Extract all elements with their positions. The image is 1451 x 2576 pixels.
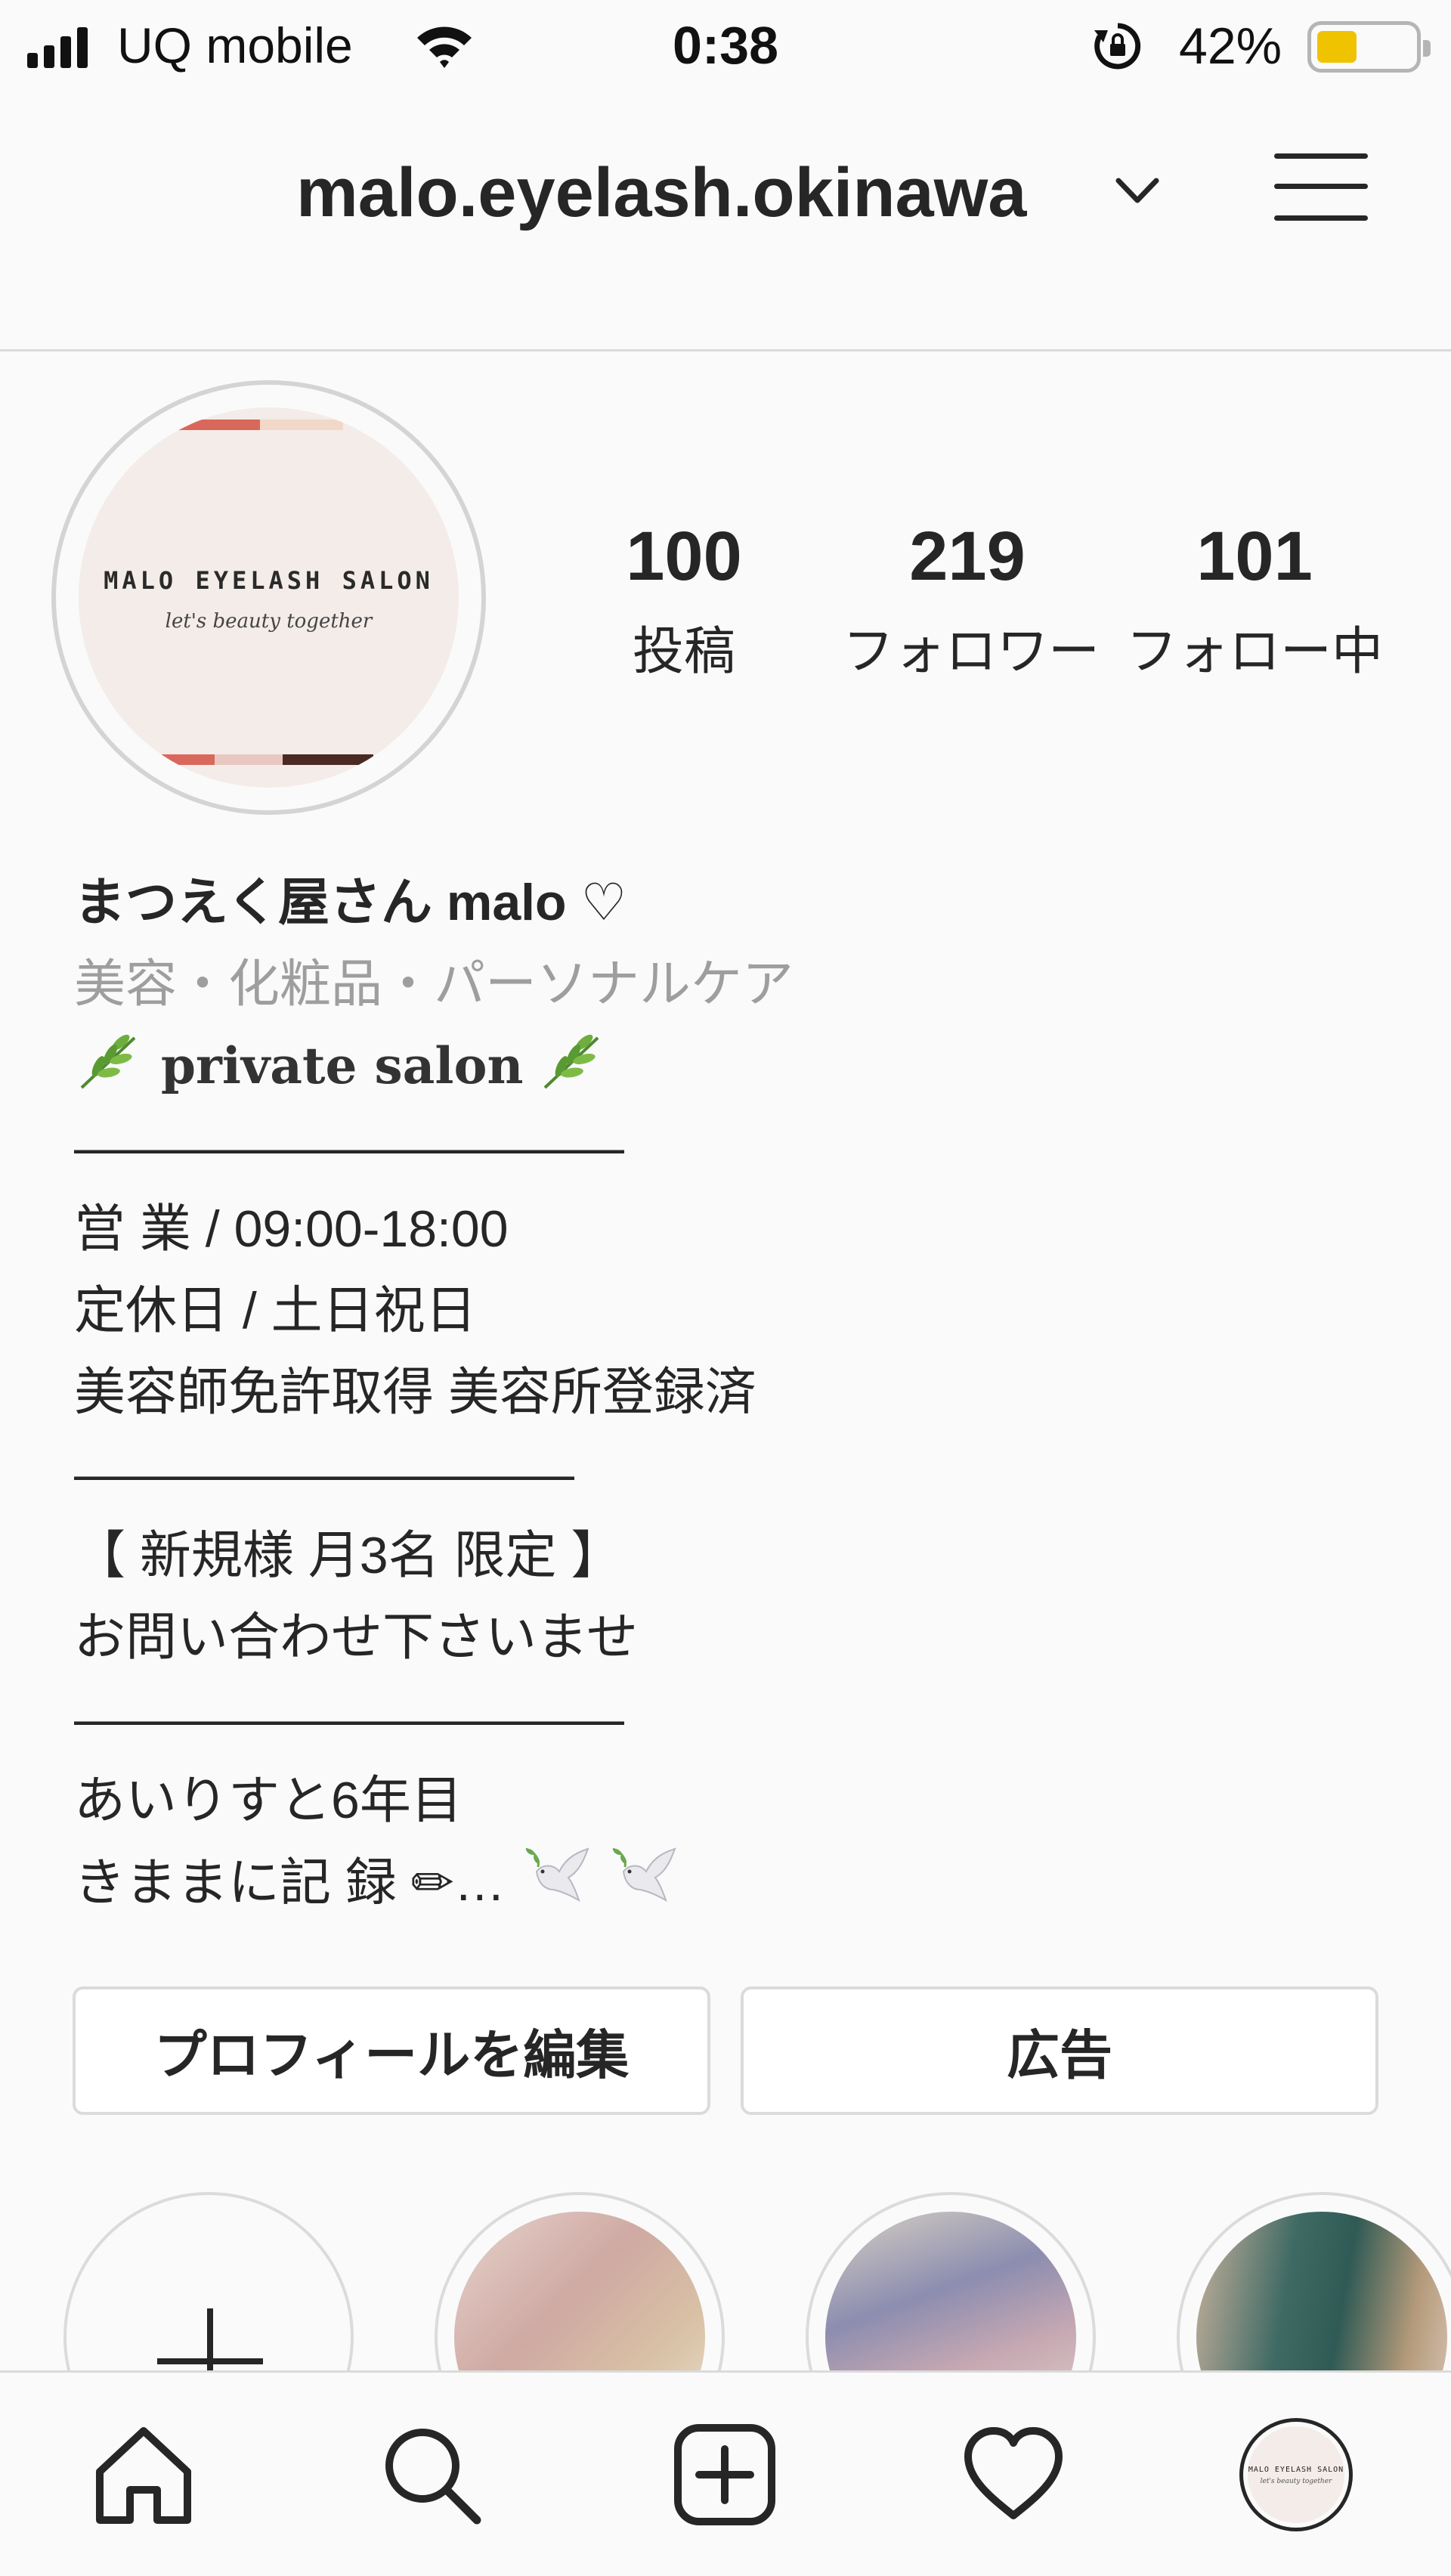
followers-count[interactable]: 219 フォロワー [843, 518, 1100, 684]
battery-percentage: 42% [1179, 17, 1282, 75]
battery-icon [1307, 21, 1431, 73]
tab-search[interactable] [375, 2418, 488, 2531]
search-icon [385, 2429, 481, 2525]
profile-avatar-icon: MALO EYELASH SALON let's beauty together [1239, 2418, 1353, 2531]
home-icon [96, 2427, 191, 2524]
tab-avatar-logo-tagline: let's beauty together [1260, 2478, 1332, 2485]
logo-tagline: let's beauty together [165, 610, 373, 633]
posts-number: 100 [626, 518, 742, 595]
bio-divider: ——————————— [74, 1119, 624, 1176]
herb-leaf-icon [80, 1034, 136, 1089]
posts-label: 投稿 [632, 623, 735, 680]
profile-header: malo.eyelash.okinawa [0, 94, 1451, 351]
heart-icon [964, 2427, 1063, 2519]
following-count[interactable]: 101 フォロー中 [1126, 522, 1383, 684]
salon-logo-image: MALO EYELASH SALON let's beauty together [79, 407, 459, 788]
bio-license: 美容師免許取得 美容所登録済 [74, 1364, 756, 1421]
tab-profile[interactable]: MALO EYELASH SALON let's beauty together [1239, 2418, 1353, 2531]
bio-divider: —————————— [74, 1445, 574, 1503]
status-bar: UQ mobile 0:38 42% [0, 0, 1451, 94]
bio-journal-line: きままに記 録 ✏… [74, 1841, 1404, 1923]
dove-icon [525, 1847, 589, 1903]
battery-level [1317, 31, 1357, 63]
tab-avatar-logo-title: MALO EYELASH SALON [1248, 2466, 1344, 2474]
dove-icon [612, 1847, 676, 1903]
profile-avatar[interactable]: MALO EYELASH SALON let's beauty together [51, 380, 486, 815]
followers-label: フォロワー [843, 623, 1100, 680]
bio-divider: ——————————— [74, 1690, 624, 1748]
logo-title: MALO EYELASH SALON [104, 566, 434, 595]
tab-new-post[interactable] [668, 2418, 781, 2531]
tab-activity[interactable] [957, 2418, 1070, 2531]
bio-journal-text: きままに記 録 ✏… [74, 1854, 506, 1912]
bio-new-customers: 【 新規様 月3名 限定 】 [74, 1527, 623, 1584]
following-label: フォロー中 [1126, 623, 1384, 680]
followers-number: 219 [909, 518, 1026, 595]
herb-leaf-icon [544, 1034, 599, 1089]
new-post-icon [674, 2424, 775, 2525]
posts-count: 100 投稿 [589, 522, 778, 684]
bio-salon-text: private salon [160, 1036, 524, 1095]
display-name: まつえく屋さん malo ♡ [74, 874, 627, 931]
bio-line-salon: private salon [74, 1025, 1404, 1107]
bottom-tab-bar: MALO EYELASH SALON let's beauty together [0, 2370, 1451, 2576]
profile-bio: まつえく屋さん malo ♡ 美容・化粧品・パーソナルケア private sa… [74, 862, 1404, 1923]
bio-experience: あいりすと6年目 [74, 1772, 463, 1829]
orientation-lock-icon [1094, 23, 1141, 70]
bio-holidays: 定休日 / 土日祝日 [74, 1282, 477, 1339]
edit-profile-button[interactable]: プロフィールを編集 [73, 1986, 710, 2115]
ad-button[interactable]: 広告 [741, 1986, 1378, 2115]
tab-home[interactable] [87, 2418, 200, 2531]
following-number: 101 [1196, 518, 1313, 595]
business-category[interactable]: 美容・化粧品・パーソナルケア [74, 943, 1404, 1025]
chevron-down-icon[interactable] [1111, 172, 1164, 209]
bio-contact: お問い合わせ下さいませ [74, 1608, 638, 1666]
bio-hours: 営 業 / 09:00-18:00 [74, 1200, 509, 1258]
hamburger-menu-icon[interactable] [1274, 146, 1371, 229]
account-username[interactable]: malo.eyelash.okinawa [296, 153, 1026, 233]
